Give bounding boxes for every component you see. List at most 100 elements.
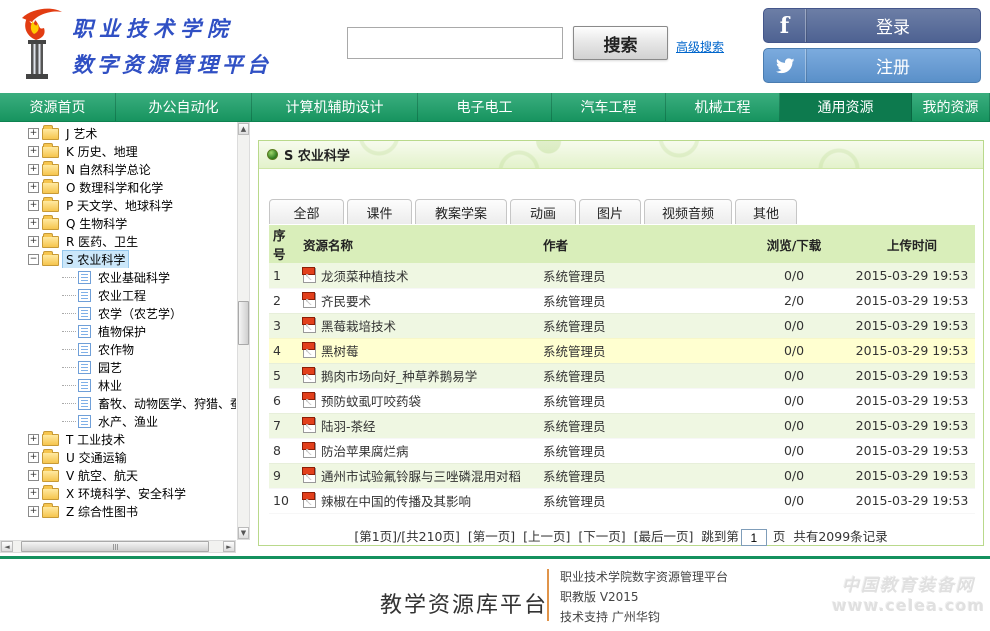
tree-folder-item[interactable]: +P 天文学、地球科学	[0, 196, 236, 214]
tab-2[interactable]: 课件	[347, 199, 412, 224]
resource-link[interactable]: 预防蚊虱叮咬药袋	[303, 391, 535, 410]
tree-folder-item[interactable]: +R 医药、卫生	[0, 232, 236, 250]
resource-link[interactable]: 陆羽-茶经	[303, 416, 535, 435]
expand-icon[interactable]: +	[28, 146, 39, 157]
tree-leaf-item[interactable]: 水产、渔业	[0, 412, 236, 430]
search-button[interactable]: 搜索	[573, 26, 668, 60]
next-page-link[interactable]: [下一页]	[578, 529, 625, 544]
nav-item[interactable]: 机械工程	[666, 93, 780, 121]
tab-7[interactable]: 其他	[735, 199, 797, 224]
resource-type-tabs: 全部课件教案学案动画图片视频音频其他	[269, 199, 797, 224]
collapse-icon[interactable]: −	[28, 254, 39, 265]
tree-folder-item[interactable]: +Z 综合性图书	[0, 502, 236, 520]
tree-item-label: 农业基础科学	[95, 269, 173, 286]
resource-link[interactable]: 黑莓栽培技术	[303, 316, 535, 335]
search-input[interactable]	[347, 27, 563, 59]
tab-5[interactable]: 图片	[579, 199, 641, 224]
expand-icon[interactable]: +	[28, 182, 39, 193]
footer-info: 职业技术学院数字资源管理平台 职教版 V2015 技术支持 广州华钧	[560, 567, 728, 627]
expand-icon[interactable]: +	[28, 434, 39, 445]
expand-icon[interactable]: +	[28, 200, 39, 211]
login-button[interactable]: f 登录	[763, 8, 981, 43]
tree-folder-item[interactable]: +T 工业技术	[0, 430, 236, 448]
expand-icon[interactable]: +	[28, 164, 39, 175]
scroll-left-arrow[interactable]: ◄	[1, 541, 13, 552]
upload-time: 2015-03-29 19:53	[849, 313, 975, 338]
tab-6[interactable]: 视频音频	[644, 199, 732, 224]
expand-icon[interactable]: +	[28, 128, 39, 139]
upload-time: 2015-03-29 19:53	[849, 488, 975, 513]
tree-folder-item[interactable]: +K 历史、地理	[0, 142, 236, 160]
tree-leaf-item[interactable]: 农业基础科学	[0, 268, 236, 286]
resource-link[interactable]: 鹅肉市场向好_种草养鹅易学	[303, 366, 535, 385]
tree-folder-item[interactable]: +N 自然科学总论	[0, 160, 236, 178]
tab-3[interactable]: 教案学案	[415, 199, 507, 224]
tree-folder-item[interactable]: + U 交通运输	[0, 448, 236, 466]
tab-1[interactable]: 全部	[269, 199, 344, 224]
tree-item-label: 农作物	[95, 341, 137, 358]
tree-connector	[62, 403, 76, 404]
row-number: 9	[269, 463, 299, 488]
resource-name: 齐民要术	[321, 291, 371, 310]
expand-icon[interactable]: +	[28, 218, 39, 229]
nav-item[interactable]: 电子电工	[418, 93, 552, 121]
vertical-scroll-thumb[interactable]	[238, 301, 249, 345]
scroll-down-arrow[interactable]: ▼	[238, 527, 249, 539]
resource-name: 陆羽-茶经	[321, 416, 376, 435]
tree-leaf-item[interactable]: 畜牧、动物医学、狩猎、蚕、蜂	[0, 394, 236, 412]
twitter-icon	[764, 49, 806, 82]
expand-icon[interactable]: +	[28, 236, 39, 247]
tree-folder-item[interactable]: −S 农业科学	[0, 250, 236, 268]
resource-link[interactable]: 黑树莓	[303, 341, 535, 360]
expand-icon[interactable]: +	[28, 470, 39, 481]
nav-item[interactable]: 办公自动化	[116, 93, 252, 121]
register-button[interactable]: 注册	[763, 48, 981, 83]
scroll-up-arrow[interactable]: ▲	[238, 123, 249, 135]
scroll-right-arrow[interactable]: ►	[223, 541, 235, 552]
views-downloads: 0/0	[739, 363, 849, 388]
resource-link[interactable]: 辣椒在中国的传播及其影响	[303, 491, 535, 510]
upload-time: 2015-03-29 19:53	[849, 363, 975, 388]
nav-item[interactable]: 计算机辅助设计	[252, 93, 418, 121]
jump-page-input[interactable]	[741, 529, 767, 546]
resource-link[interactable]: 齐民要术	[303, 291, 535, 310]
prev-page-link[interactable]: [上一页]	[523, 529, 570, 544]
footer-brand: 教学资源库平台	[380, 587, 548, 619]
nav-item[interactable]: 我的资源	[912, 93, 990, 121]
resource-link[interactable]: 防治苹果腐烂病	[303, 441, 535, 460]
upload-time: 2015-03-29 19:53	[849, 438, 975, 463]
expand-icon[interactable]: +	[28, 488, 39, 499]
resource-link[interactable]: 通州市试验氟铃脲与三唑磷混用对稻	[303, 466, 535, 485]
tree-vertical-scrollbar[interactable]: ▲ ▼	[237, 122, 250, 540]
tree-folder-item[interactable]: +V 航空、航天	[0, 466, 236, 484]
tree-folder-item[interactable]: +O 数理科学和化学	[0, 178, 236, 196]
resource-link[interactable]: 龙须菜种植技术	[303, 266, 535, 285]
resource-name: 黑莓栽培技术	[321, 316, 396, 335]
tree-leaf-item[interactable]: 植物保护	[0, 322, 236, 340]
tree-leaf-item[interactable]: 农业工程	[0, 286, 236, 304]
file-icon	[303, 318, 316, 333]
advanced-search-link[interactable]: 高级搜索	[676, 38, 724, 55]
tab-4[interactable]: 动画	[510, 199, 576, 224]
tree-leaf-item[interactable]: 农学（农艺学）	[0, 304, 236, 322]
tree-item-label: U 交通运输	[63, 449, 130, 466]
tree-horizontal-scrollbar[interactable]: ◄ ►	[0, 540, 236, 553]
last-page-link[interactable]: [最后一页]	[634, 529, 694, 544]
file-icon	[303, 343, 316, 358]
tree-leaf-item[interactable]: 林业	[0, 376, 236, 394]
views-downloads: 0/0	[739, 413, 849, 438]
tree-leaf-item[interactable]: 农作物	[0, 340, 236, 358]
horizontal-scroll-thumb[interactable]	[21, 541, 209, 552]
tree-folder-item[interactable]: +Q 生物科学	[0, 214, 236, 232]
expand-icon[interactable]: +	[28, 506, 39, 517]
expand-icon[interactable]: +	[28, 452, 39, 463]
first-page-link[interactable]: [第一页]	[468, 529, 515, 544]
nav-item[interactable]: 汽车工程	[552, 93, 666, 121]
tree-folder-item[interactable]: +J 艺术	[0, 124, 236, 142]
tree-leaf-item[interactable]: 园艺	[0, 358, 236, 376]
upload-time: 2015-03-29 19:53	[849, 338, 975, 363]
tree-folder-item[interactable]: +X 环境科学、安全科学	[0, 484, 236, 502]
nav-item[interactable]: 资源首页	[0, 93, 116, 121]
category-tree: +J 艺术+K 历史、地理+N 自然科学总论+O 数理科学和化学+P 天文学、地…	[0, 124, 236, 520]
nav-item[interactable]: 通用资源	[780, 93, 912, 121]
